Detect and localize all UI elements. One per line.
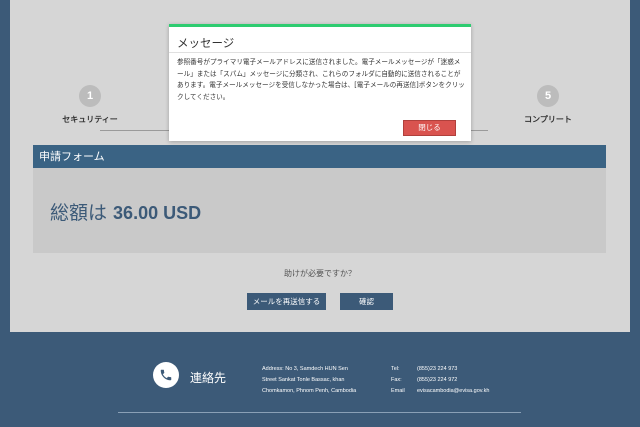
contact-keys: Tel: Fax: Email <box>391 364 405 397</box>
resend-email-button[interactable]: メールを再送信する <box>247 293 326 310</box>
dialog-divider <box>169 52 471 53</box>
progress-line <box>471 130 488 131</box>
contact-values: (855)23 224 973 (855)23 224 972 evisacam… <box>417 364 489 397</box>
dialog-title: メッセージ <box>177 36 235 50</box>
step-number: 5 <box>537 85 559 107</box>
contact-title: 連絡先 <box>190 371 227 385</box>
address-line: Chomkamon, Phnom Penh, Cambodia <box>262 388 357 394</box>
close-button[interactable]: 閉じる <box>403 120 456 136</box>
fax-value: (855)23 224 972 <box>417 377 458 383</box>
form-body: 総額は 36.00 USD <box>33 168 606 253</box>
fax-key: Fax: <box>391 377 402 383</box>
address: Address: No 3, Samdech HUN Sen Street Sa… <box>262 364 356 397</box>
confirm-button[interactable]: 確認 <box>340 293 393 310</box>
form-header: 申請フォーム <box>33 145 606 168</box>
help-text[interactable]: 助けが必要ですか？ <box>0 268 640 279</box>
phone-icon <box>153 362 179 388</box>
phone-glyph <box>160 369 172 381</box>
step-number: 1 <box>79 85 101 107</box>
message-dialog: メッセージ 参照番号がプライマリ電子メールアドレスに送信されました。電子メールメ… <box>169 24 471 141</box>
total-label: 総額は <box>50 202 114 224</box>
step-label: セキュリティー <box>62 115 118 124</box>
address-line: Street Sankat Tonle Bassac, khan <box>262 377 345 383</box>
step-security: 1 セキュリティー <box>55 85 125 125</box>
email-key: Email <box>391 388 405 394</box>
tel-value: (855)23 224 973 <box>417 366 458 372</box>
step-complete: 5 コンプリート <box>512 85 584 125</box>
dialog-message: 参照番号がプライマリ電子メールアドレスに送信されました。電子メールメッセージが「… <box>177 58 465 101</box>
email-link[interactable]: evisacambodia@evisa.gov.kh <box>417 386 489 397</box>
tel-key: Tel: <box>391 366 400 372</box>
progress-line <box>100 130 170 131</box>
footer-divider <box>118 412 521 413</box>
step-label: コンプリート <box>524 115 572 124</box>
total-amount: 総額は 36.00 USD <box>50 198 201 225</box>
address-line: Address: No 3, Samdech HUN Sen <box>262 366 348 372</box>
total-value: 36.00 USD <box>113 203 202 223</box>
